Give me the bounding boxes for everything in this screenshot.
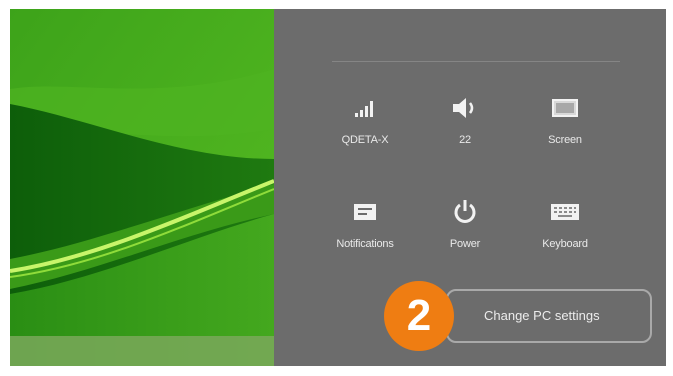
network-label: QDETA-X — [341, 134, 389, 146]
screenshot-frame: QDETA-X 22 Screen Notifications Power Ke… — [10, 9, 666, 366]
network-tile[interactable]: QDETA-X — [319, 91, 411, 163]
power-tile[interactable]: Power — [419, 195, 511, 267]
power-icon — [445, 195, 485, 229]
network-signal-icon — [345, 91, 385, 125]
screen-brightness-icon — [545, 91, 585, 125]
volume-tile[interactable]: 22 — [419, 91, 511, 163]
change-pc-settings-label: Change PC settings — [484, 308, 600, 323]
step-number-badge: 2 — [384, 281, 454, 351]
screen-label: Screen — [548, 134, 582, 146]
volume-label: 22 — [459, 134, 471, 146]
panel-divider — [332, 61, 620, 62]
notifications-tile[interactable]: Notifications — [319, 195, 411, 267]
screen-tile[interactable]: Screen — [519, 91, 611, 163]
volume-icon — [445, 91, 485, 125]
notifications-label: Notifications — [336, 238, 394, 250]
keyboard-icon — [545, 195, 585, 229]
change-pc-settings-button[interactable]: Change PC settings — [446, 289, 652, 343]
keyboard-label: Keyboard — [542, 238, 588, 250]
power-label: Power — [449, 238, 481, 250]
settings-charm-panel: QDETA-X 22 Screen Notifications Power Ke… — [274, 9, 666, 366]
desktop-wallpaper — [10, 9, 274, 366]
keyboard-tile[interactable]: Keyboard — [519, 195, 611, 267]
notifications-icon — [345, 195, 385, 229]
